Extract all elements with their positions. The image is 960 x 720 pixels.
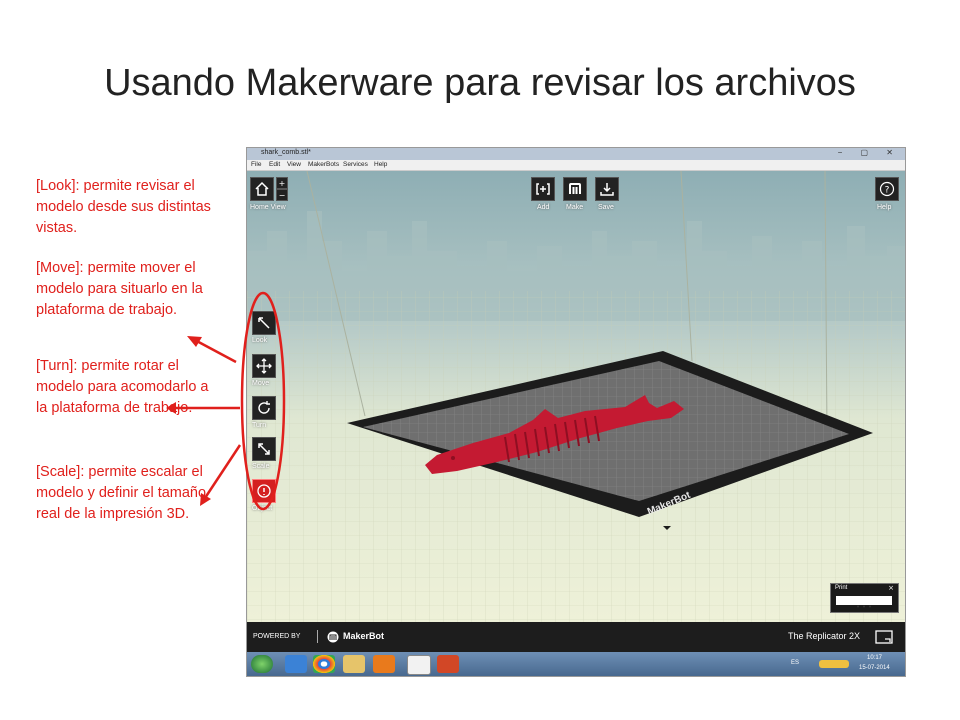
tray-icons[interactable] [819, 660, 849, 668]
note-turn: [Turn]: permite rotar el modelo para aco… [36, 358, 209, 416]
svg-text:?: ? [885, 186, 890, 196]
scale-label: Scale [252, 463, 270, 470]
info-icon [257, 484, 271, 498]
3d-viewport[interactable]: MakerBot + − Home View Add Make Save ? H… [247, 171, 905, 622]
makerware-window: shark_comb.stl* − ▢ ✕ File Edit View Mak… [246, 147, 906, 677]
menu-help[interactable]: Help [374, 161, 387, 168]
make-label: Make [566, 204, 584, 211]
menu-makerbots[interactable]: MakerBots [308, 161, 339, 168]
save-label: Save [598, 204, 614, 211]
scene: MakerBot [247, 171, 905, 622]
look-label: Look [252, 337, 268, 344]
makerware-taskbar-icon[interactable] [407, 655, 431, 675]
zoom-in-button[interactable]: + [276, 177, 288, 189]
make-button[interactable] [563, 177, 587, 201]
window-titlebar: shark_comb.stl* − ▢ ✕ [247, 148, 905, 160]
makerbot-m-icon [569, 183, 581, 194]
object-tool-button[interactable] [252, 479, 276, 503]
move-tool-button[interactable] [252, 354, 276, 378]
clock-time: 10:17 [867, 655, 883, 661]
object-label: Object [252, 505, 273, 512]
add-button[interactable] [531, 177, 555, 201]
download-icon [600, 183, 614, 196]
language-indicator[interactable]: ES [791, 660, 799, 666]
explorer-folder-icon[interactable] [343, 655, 365, 673]
windows-taskbar: ES 10:17 15-07-2014 [247, 652, 905, 676]
help-label: Help [877, 204, 892, 211]
menu-view[interactable]: View [287, 161, 301, 168]
print-progress [836, 596, 892, 608]
menu-edit[interactable]: Edit [269, 161, 280, 168]
add-label: Add [537, 204, 550, 211]
window-controls[interactable]: − ▢ ✕ [838, 148, 901, 157]
printer-name[interactable]: The Replicator 2X [788, 631, 860, 641]
save-button[interactable] [595, 177, 619, 201]
ie-icon[interactable] [285, 655, 307, 673]
move-arrows-icon [256, 358, 272, 374]
zoom-out-button[interactable]: − [276, 189, 288, 201]
add-icon [536, 183, 550, 195]
look-tool-button[interactable] [252, 311, 276, 335]
start-button[interactable] [251, 655, 273, 673]
home-view-button[interactable] [250, 177, 274, 201]
note-move: [Move]: permite mover el modelo para sit… [36, 260, 203, 318]
menu-file[interactable]: File [251, 161, 261, 168]
move-label: Move [252, 380, 270, 387]
home-icon [255, 181, 269, 196]
powered-by-label: POWERED BY [253, 633, 301, 640]
media-player-icon[interactable] [373, 655, 395, 673]
turn-tool-button[interactable] [252, 396, 276, 420]
print-panel-title: Print [835, 585, 848, 591]
window-title: shark_comb.stl* [261, 149, 311, 156]
turn-label: Turn [252, 422, 267, 429]
note-scale: [Scale]: permite escalar el modelo y def… [36, 464, 207, 522]
powerpoint-icon[interactable] [437, 655, 459, 673]
help-icon: ? [879, 181, 895, 197]
slide-title: Usando Makerware para revisar los archiv… [104, 62, 856, 104]
look-arrow-icon [258, 317, 270, 329]
clock-date[interactable]: 15-07-2014 [859, 665, 890, 671]
chrome-icon[interactable] [313, 655, 335, 673]
progress-dots-icon [857, 605, 871, 608]
home-view-label: Home View [250, 204, 286, 211]
scale-tool-button[interactable] [252, 437, 276, 461]
makerbot-brand: MakerBot [343, 631, 385, 641]
menu-services[interactable]: Services [343, 161, 368, 168]
footer-divider [317, 630, 318, 643]
rotate-icon [258, 401, 270, 414]
help-button[interactable]: ? [875, 177, 899, 201]
print-panel[interactable]: Print × [830, 583, 899, 613]
scale-arrow-icon [258, 443, 270, 455]
makerbot-logo-icon [327, 631, 339, 643]
printer-select-icon[interactable] [875, 630, 893, 644]
menubar: File Edit View MakerBots Services Help [247, 160, 905, 171]
print-panel-close[interactable]: × [888, 584, 894, 592]
note-look: [Look]: permite revisar el modelo desde … [36, 178, 211, 236]
app-footer: POWERED BY MakerBot The Replicator 2X [247, 622, 905, 652]
